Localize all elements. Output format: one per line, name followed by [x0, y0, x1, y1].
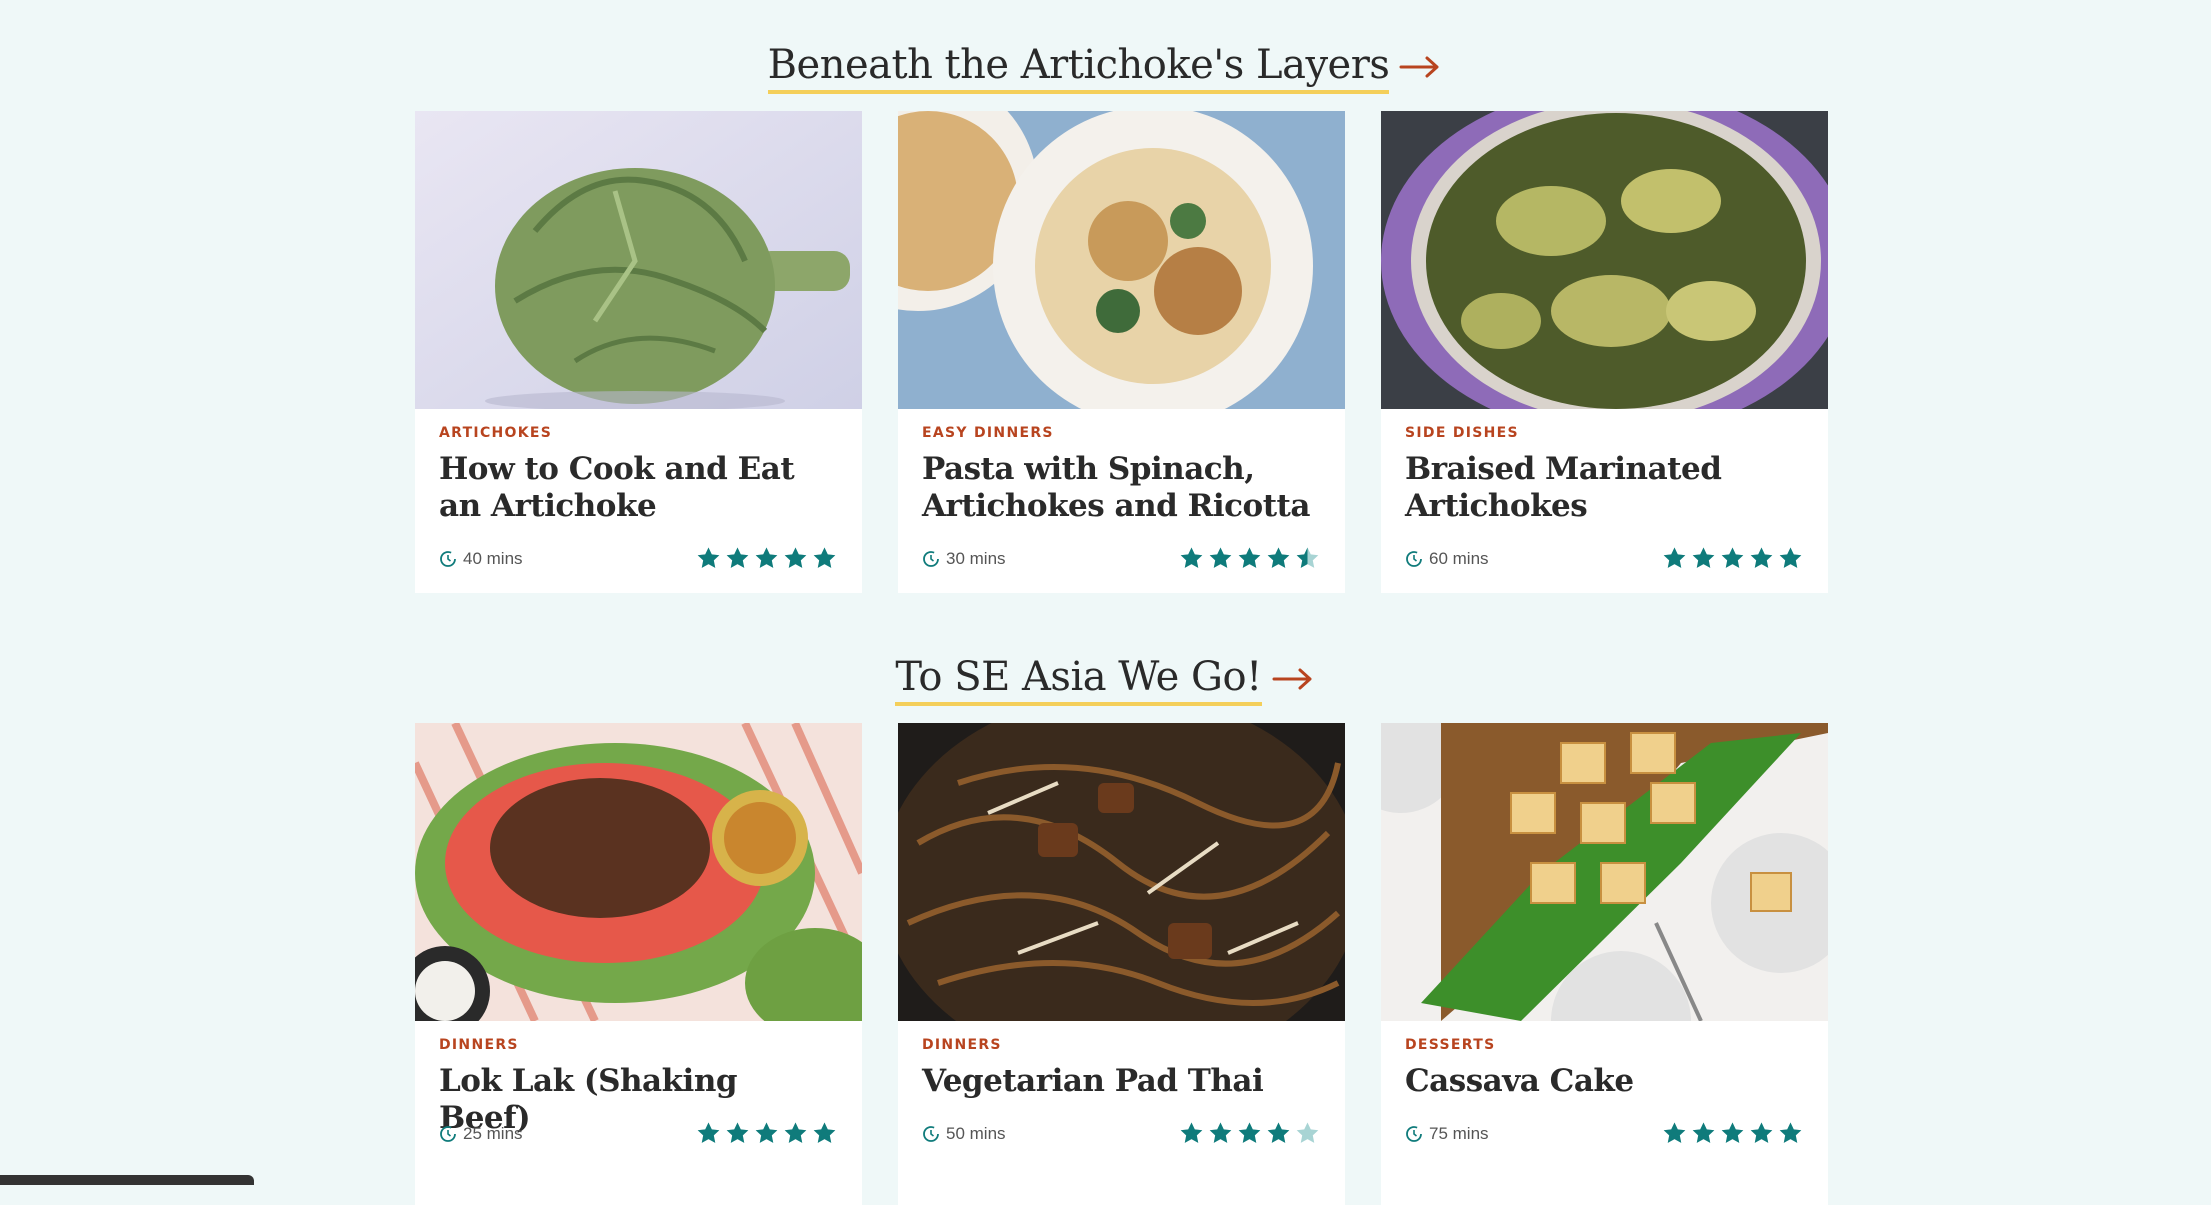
clock-icon: [440, 550, 456, 567]
status-bar-overlay: [0, 1175, 254, 1185]
recipe-photo-artichoke[interactable]: [415, 111, 862, 409]
clock-icon: [923, 550, 939, 567]
cook-time-label: 60 mins: [1429, 548, 1489, 568]
cook-time-label: 30 mins: [946, 548, 1006, 568]
star-icon: [1777, 545, 1804, 572]
star-icon: [695, 1120, 722, 1147]
clock-icon: [923, 1125, 939, 1142]
collection-section-se-asia: To SE Asia We Go! DINNERS Lok Lak (Shaki…: [0, 612, 2211, 1205]
star-icon: [1661, 545, 1688, 572]
star-rating: [695, 545, 838, 572]
star-icon: [1661, 1120, 1688, 1147]
star-icon: [1236, 1120, 1263, 1147]
cook-time-label: 25 mins: [463, 1123, 523, 1143]
recipe-category[interactable]: EASY DINNERS: [922, 425, 1321, 441]
recipe-category[interactable]: DESSERTS: [1405, 1037, 1804, 1053]
recipe-card[interactable]: ARTICHOKES How to Cook and Eat an Artich…: [415, 111, 862, 593]
star-icon: [1265, 1120, 1292, 1147]
clock-icon: [1406, 1125, 1422, 1142]
collection-section-artichokes: Beneath the Artichoke's Layers ARTICHOKE…: [0, 0, 2211, 593]
star-icon: [1690, 1120, 1717, 1147]
cook-time: 25 mins: [439, 1124, 523, 1144]
clock-icon: [1406, 550, 1422, 567]
cook-time: 30 mins: [922, 549, 1006, 569]
recipe-category[interactable]: ARTICHOKES: [439, 425, 838, 441]
star-icon: [695, 545, 722, 572]
arrow-right-icon: [1272, 668, 1312, 689]
recipe-card[interactable]: SIDE DISHES Braised Marinated Artichokes…: [1381, 111, 1828, 593]
star-icon: [1178, 545, 1205, 572]
star-icon: [1294, 1120, 1321, 1147]
section-heading-link[interactable]: Beneath the Artichoke's Layers: [767, 40, 1444, 94]
star-icon: [753, 1120, 780, 1147]
recipe-photo-braised-artichokes[interactable]: [1381, 111, 1828, 409]
star-icon: [1777, 1120, 1804, 1147]
cook-time-label: 40 mins: [463, 548, 523, 568]
recipe-card[interactable]: DESSERTS Cassava Cake 75 mins: [1381, 723, 1828, 1205]
recipe-photo-cassava-cake[interactable]: [1381, 723, 1828, 1021]
star-rating: [695, 1120, 838, 1147]
star-icon: [782, 1120, 809, 1147]
star-icon: [1748, 545, 1775, 572]
cook-time-label: 75 mins: [1429, 1123, 1489, 1143]
cook-time-label: 50 mins: [946, 1123, 1006, 1143]
recipe-category[interactable]: DINNERS: [922, 1037, 1321, 1053]
clock-icon: [440, 1125, 456, 1142]
section-heading: To SE Asia We Go!: [895, 652, 1262, 706]
recipe-category[interactable]: DINNERS: [439, 1037, 838, 1053]
recipe-card[interactable]: DINNERS Vegetarian Pad Thai 50 mins: [898, 723, 1345, 1205]
cook-time: 60 mins: [1405, 549, 1489, 569]
section-heading-link[interactable]: To SE Asia We Go!: [895, 652, 1315, 706]
cook-time: 75 mins: [1405, 1124, 1489, 1144]
cook-time: 50 mins: [922, 1124, 1006, 1144]
recipe-photo-pasta[interactable]: [898, 111, 1345, 409]
star-icon: [1719, 545, 1746, 572]
recipe-category[interactable]: SIDE DISHES: [1405, 425, 1804, 441]
recipe-title[interactable]: How to Cook and Eat an Artichoke: [439, 451, 838, 525]
recipe-title[interactable]: Pasta with Spinach, Artichokes and Ricot…: [922, 451, 1321, 525]
star-icon: [724, 1120, 751, 1147]
recipe-card[interactable]: DINNERS Lok Lak (Shaking Beef) 25 mins: [415, 723, 862, 1205]
recipe-photo-lok-lak[interactable]: [415, 723, 862, 1021]
star-icon: [1207, 1120, 1234, 1147]
arrow-right-icon: [1399, 56, 1439, 77]
star-icon: [1207, 545, 1234, 572]
star-icon: [1748, 1120, 1775, 1147]
star-rating: [1178, 1120, 1321, 1147]
star-icon: [811, 545, 838, 572]
star-icon: [1178, 1120, 1205, 1147]
star-icon: [1236, 545, 1263, 572]
recipe-photo-pad-thai[interactable]: [898, 723, 1345, 1021]
star-icon: [753, 545, 780, 572]
star-icon: [811, 1120, 838, 1147]
star-icon: [1294, 545, 1321, 572]
star-icon: [1690, 545, 1717, 572]
section-heading: Beneath the Artichoke's Layers: [767, 40, 1390, 94]
star-icon: [1719, 1120, 1746, 1147]
star-icon: [782, 545, 809, 572]
recipe-card[interactable]: EASY DINNERS Pasta with Spinach, Articho…: [898, 111, 1345, 593]
star-icon: [724, 545, 751, 572]
star-rating: [1661, 1120, 1804, 1147]
cook-time: 40 mins: [439, 549, 523, 569]
star-icon: [1265, 545, 1292, 572]
star-rating: [1661, 545, 1804, 572]
star-rating: [1178, 545, 1321, 572]
recipe-title[interactable]: Braised Marinated Artichokes: [1405, 451, 1804, 525]
